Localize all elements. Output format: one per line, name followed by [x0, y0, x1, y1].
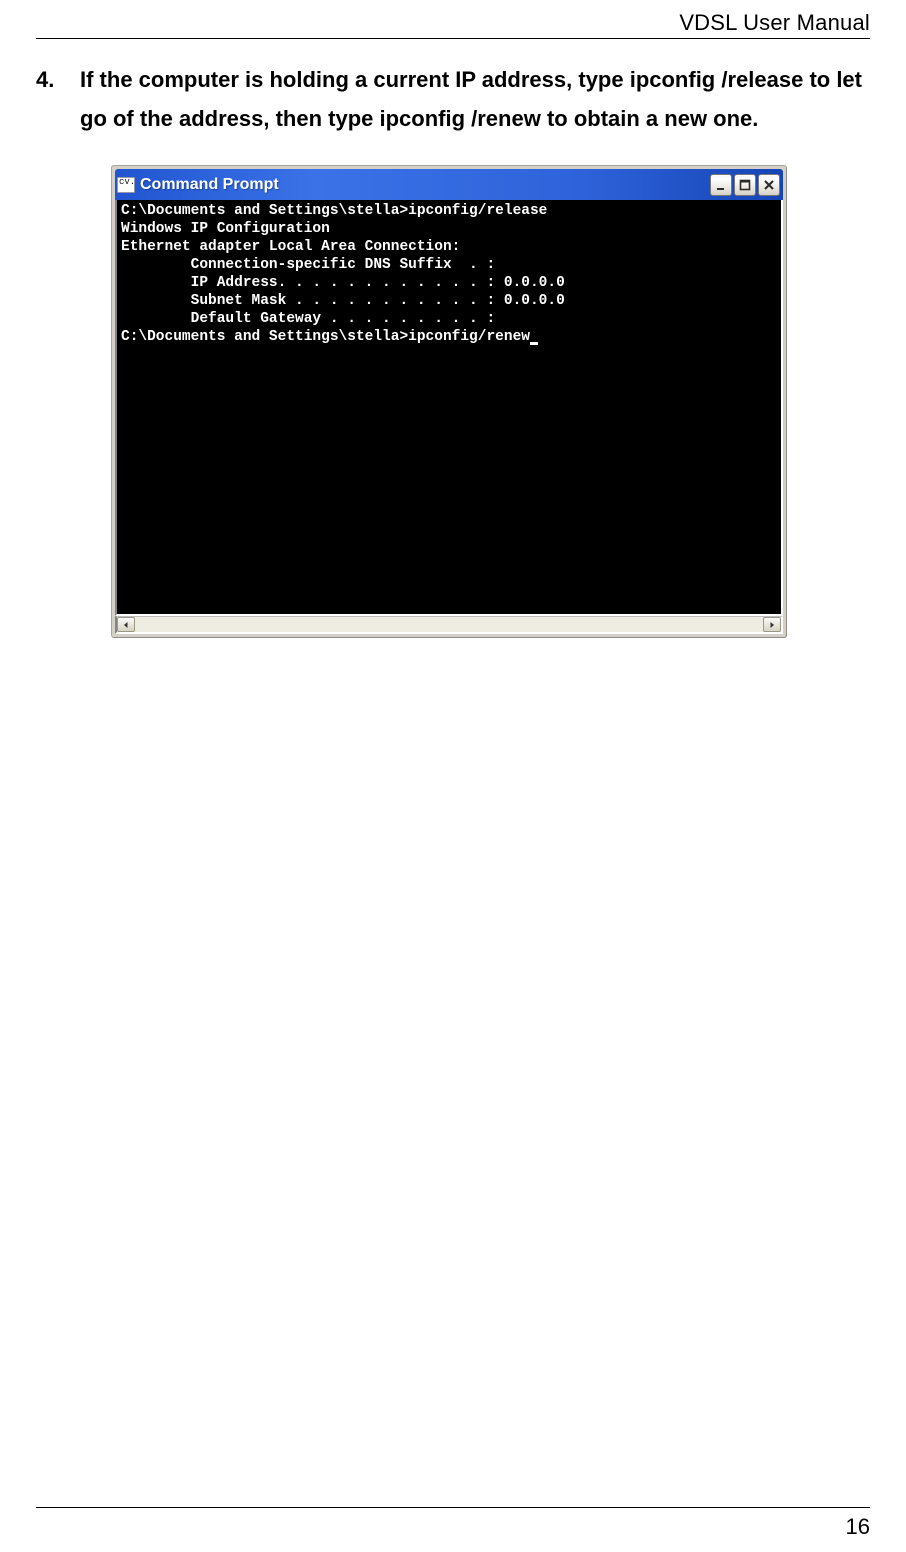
footer-divider	[36, 1507, 870, 1508]
scroll-track[interactable]	[135, 617, 763, 632]
page-number: 16	[846, 1514, 870, 1540]
arrow-right-icon	[768, 621, 776, 629]
page-header: VDSL User Manual	[36, 10, 870, 36]
horizontal-scrollbar[interactable]	[115, 616, 783, 634]
maximize-button[interactable]	[734, 174, 756, 196]
maximize-icon	[739, 179, 751, 191]
scroll-left-button[interactable]	[117, 617, 135, 632]
arrow-left-icon	[122, 621, 130, 629]
step-number: 4.	[36, 61, 80, 100]
instruction-step: 4. If the computer is holding a current …	[36, 61, 870, 138]
terminal-line: C:\Documents and Settings\stella>ipconfi…	[121, 202, 777, 220]
terminal-line: Subnet Mask . . . . . . . . . . . : 0.0.…	[121, 292, 777, 310]
terminal-line: Connection-specific DNS Suffix . :	[121, 256, 777, 274]
scroll-right-button[interactable]	[763, 617, 781, 632]
terminal-line: Ethernet adapter Local Area Connection:	[121, 238, 777, 256]
cmd-icon: cv.	[117, 177, 135, 193]
header-divider	[36, 38, 870, 39]
step-text: If the computer is holding a current IP …	[80, 61, 870, 138]
terminal-line: IP Address. . . . . . . . . . . . : 0.0.…	[121, 274, 777, 292]
cursor-icon	[530, 342, 538, 345]
close-button[interactable]	[758, 174, 780, 196]
command-prompt-window: cv. Command Prompt	[112, 166, 786, 637]
minimize-button[interactable]	[710, 174, 732, 196]
window-title: Command Prompt	[140, 176, 710, 194]
window-titlebar: cv. Command Prompt	[115, 169, 783, 200]
minimize-icon	[715, 179, 727, 191]
window-controls	[710, 174, 780, 196]
command-prompt-screenshot: cv. Command Prompt	[112, 166, 786, 637]
close-icon	[763, 179, 775, 191]
terminal-output[interactable]: C:\Documents and Settings\stella>ipconfi…	[115, 200, 783, 616]
terminal-line-last: C:\Documents and Settings\stella>ipconfi…	[121, 328, 777, 346]
terminal-container: C:\Documents and Settings\stella>ipconfi…	[115, 200, 783, 634]
terminal-line: Default Gateway . . . . . . . . . :	[121, 310, 777, 328]
terminal-line: Windows IP Configuration	[121, 220, 777, 238]
terminal-text: C:\Documents and Settings\stella>ipconfi…	[121, 329, 530, 345]
